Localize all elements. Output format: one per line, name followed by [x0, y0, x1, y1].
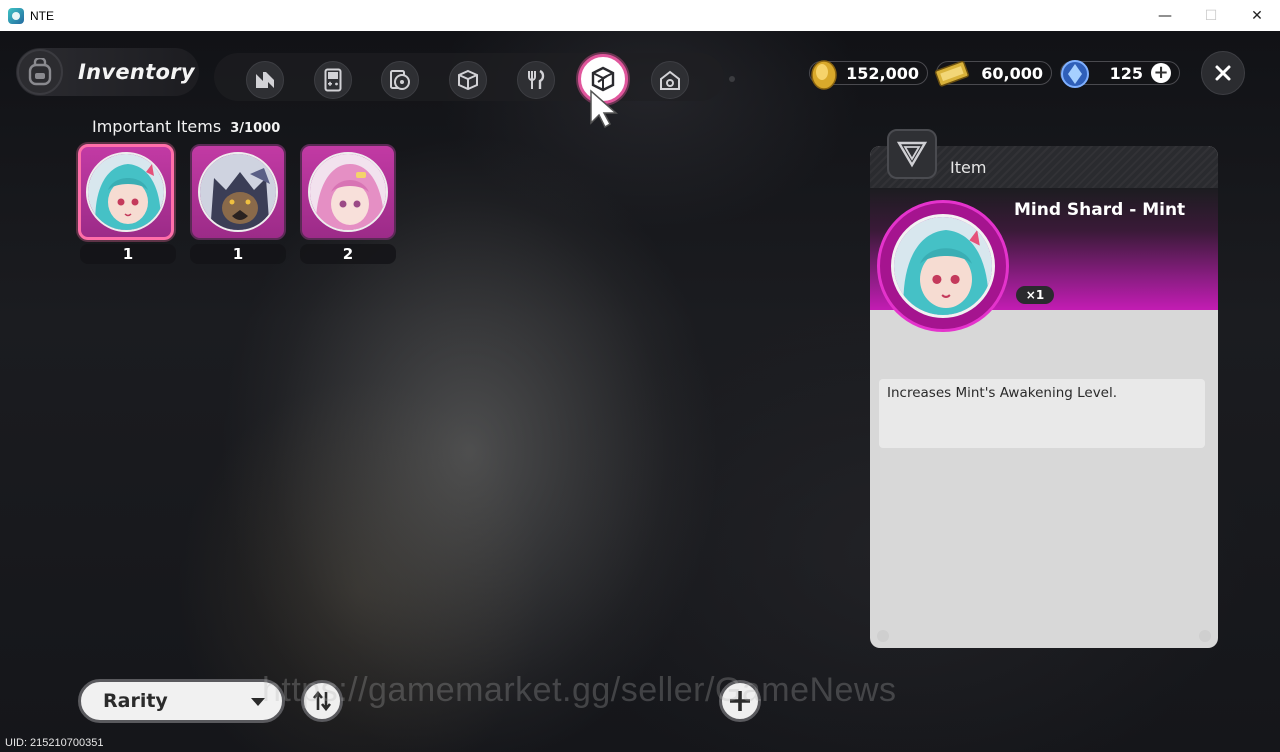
maximize-icon[interactable]: ☐ — [1188, 0, 1234, 31]
item-detail-panel: Item Mind Shard - Mint ×1 Increases Mint… — [870, 146, 1218, 648]
gold-amount: 152,000 — [846, 63, 919, 83]
item-card-mint[interactable] — [78, 144, 174, 240]
category-box[interactable] — [449, 61, 487, 99]
wolf-portrait — [198, 152, 278, 232]
game-viewport: Inventory 152,000 60,000 125 + Important… — [0, 31, 1280, 752]
detail-description: Increases Mint's Awakening Level. — [879, 379, 1205, 448]
minimize-icon[interactable]: — — [1142, 0, 1188, 31]
section-header: Important Items 3/1000 — [92, 117, 280, 136]
inventory-tab[interactable]: Inventory — [16, 48, 199, 96]
detail-portrait — [891, 214, 995, 318]
sort-dropdown-label: Rarity — [103, 690, 168, 712]
blue-crystal-icon — [1061, 60, 1089, 88]
window-titlebar: NTE — ☐ ✕ — [0, 0, 1280, 31]
category-handheld[interactable] — [314, 61, 352, 99]
triangle-emblem-icon — [896, 141, 928, 168]
box-icon — [458, 69, 478, 91]
ticket-icon — [934, 60, 969, 87]
watermark-text: https://gamemarket.gg/seller/GameNews — [262, 671, 897, 709]
currency-ticket[interactable]: 60,000 — [934, 60, 1052, 87]
item-type-badge — [887, 129, 937, 179]
detail-quantity: ×1 — [1016, 286, 1054, 304]
item-qty-wolf: 1 — [190, 244, 286, 264]
section-title: Important Items — [92, 117, 222, 136]
disc-case-icon — [390, 70, 410, 90]
category-disc-case[interactable] — [381, 61, 419, 99]
item-qty-mint: 1 — [80, 244, 176, 264]
item-card-wolf[interactable] — [190, 144, 286, 240]
close-icon — [1215, 65, 1231, 81]
close-icon[interactable]: ✕ — [1234, 0, 1280, 31]
detail-item-name: Mind Shard - Mint — [1014, 200, 1186, 220]
crystal-amount: 125 — [1109, 63, 1143, 83]
handheld-console-icon — [324, 68, 342, 92]
section-count: 3/1000 — [230, 121, 281, 136]
add-crystal-button[interactable]: + — [1151, 63, 1171, 83]
currency-gold[interactable]: 152,000 — [809, 60, 928, 90]
n-logo-icon — [256, 72, 274, 88]
category-home[interactable] — [651, 61, 689, 99]
category-n-logo[interactable] — [246, 61, 284, 99]
mint-portrait — [86, 152, 166, 232]
sort-dropdown[interactable]: Rarity — [78, 679, 285, 723]
mouse-cursor-icon — [590, 89, 618, 129]
detail-corner-dot — [877, 630, 889, 642]
pink-portrait — [308, 152, 388, 232]
close-inventory-button[interactable] — [1201, 51, 1245, 95]
app-icon — [8, 7, 24, 24]
item-qty-pink: 2 — [300, 244, 396, 264]
category-food[interactable] — [517, 61, 555, 99]
gold-coin-icon — [811, 60, 837, 90]
detail-corner-dot — [1199, 630, 1211, 642]
detail-type-label: Item — [950, 158, 987, 177]
category-bar-end-dot — [729, 76, 735, 82]
fork-knife-icon — [528, 69, 545, 89]
user-id: UID: 215210700351 — [5, 737, 104, 749]
currency-crystal[interactable]: 125 + — [1060, 60, 1180, 88]
backpack-icon — [17, 49, 63, 95]
detail-hero: Mind Shard - Mint ×1 — [870, 188, 1218, 332]
window-controls: — ☐ ✕ — [1142, 0, 1280, 31]
page-title: Inventory — [78, 60, 195, 84]
ticket-amount: 60,000 — [981, 63, 1043, 83]
detail-portrait-ring — [877, 200, 1009, 332]
house-icon — [660, 70, 680, 90]
window-title: NTE — [30, 8, 54, 23]
item-card-pink[interactable] — [300, 144, 396, 240]
